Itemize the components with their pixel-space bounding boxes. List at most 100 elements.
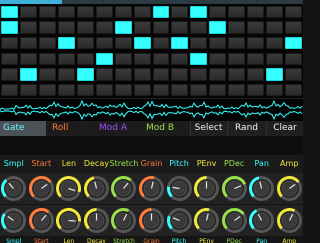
step-cell[interactable] <box>95 21 113 34</box>
step-cell[interactable] <box>38 68 56 81</box>
step-cell[interactable] <box>57 68 75 81</box>
step-cell[interactable] <box>95 5 113 19</box>
step-cell[interactable] <box>133 21 151 34</box>
row1-knob-pan[interactable] <box>248 175 275 202</box>
row2-knob-pdec[interactable] <box>221 207 248 234</box>
step-cell[interactable] <box>95 36 113 50</box>
step-cell[interactable] <box>285 21 302 34</box>
step-cell[interactable] <box>228 36 246 50</box>
step-cell[interactable] <box>209 83 227 97</box>
step-cell[interactable] <box>228 52 246 66</box>
step-cell[interactable] <box>38 52 56 66</box>
step-cell[interactable] <box>247 5 265 19</box>
mode-tab-mod-a[interactable]: Mod A <box>96 121 142 136</box>
step-cell[interactable] <box>190 36 208 50</box>
step-cell[interactable] <box>171 68 189 81</box>
step-cell[interactable] <box>38 21 56 34</box>
step-cell[interactable] <box>19 5 37 19</box>
mode-tab-mod-b[interactable]: Mod B <box>143 121 189 136</box>
step-cell[interactable] <box>76 36 94 50</box>
row2-knob-start[interactable] <box>28 207 55 234</box>
step-cell[interactable] <box>190 5 208 19</box>
mode-tab-roll[interactable]: Roll <box>49 121 95 136</box>
step-cell[interactable] <box>57 21 75 34</box>
step-cell[interactable] <box>266 5 284 19</box>
step-cell[interactable] <box>19 36 37 50</box>
step-cell[interactable] <box>19 52 37 66</box>
step-grid[interactable] <box>0 4 303 98</box>
step-cell[interactable] <box>209 68 227 81</box>
step-cell[interactable] <box>57 5 75 19</box>
row1-knob-pitch[interactable] <box>166 175 193 202</box>
step-cell[interactable] <box>19 83 37 97</box>
step-cell[interactable] <box>114 21 132 34</box>
step-cell[interactable] <box>152 5 170 19</box>
step-cell[interactable] <box>76 5 94 19</box>
row2-knob-pan[interactable] <box>248 207 275 234</box>
step-cell[interactable] <box>1 68 18 81</box>
row1-knob-grain[interactable] <box>138 175 165 202</box>
step-cell[interactable] <box>209 21 227 34</box>
step-cell[interactable] <box>247 52 265 66</box>
step-cell[interactable] <box>1 83 18 97</box>
row2-knob-len[interactable] <box>55 207 82 234</box>
step-cell[interactable] <box>95 52 113 66</box>
step-cell[interactable] <box>114 83 132 97</box>
step-cell[interactable] <box>133 52 151 66</box>
row1-knob-smpl[interactable] <box>0 175 27 202</box>
row1-knob-amp[interactable] <box>276 175 303 202</box>
step-cell[interactable] <box>152 52 170 66</box>
step-cell[interactable] <box>171 83 189 97</box>
row1-knob-len[interactable] <box>55 175 82 202</box>
step-cell[interactable] <box>285 68 302 81</box>
step-cell[interactable] <box>266 68 284 81</box>
step-cell[interactable] <box>247 36 265 50</box>
step-cell[interactable] <box>1 5 18 19</box>
step-cell[interactable] <box>171 52 189 66</box>
step-cell[interactable] <box>114 52 132 66</box>
step-cell[interactable] <box>114 68 132 81</box>
step-cell[interactable] <box>266 52 284 66</box>
step-cell[interactable] <box>209 5 227 19</box>
step-cell[interactable] <box>76 52 94 66</box>
step-cell[interactable] <box>1 36 18 50</box>
step-cell[interactable] <box>1 52 18 66</box>
step-cell[interactable] <box>247 68 265 81</box>
row2-knob-pitch[interactable] <box>166 207 193 234</box>
step-cell[interactable] <box>190 83 208 97</box>
step-cell[interactable] <box>228 5 246 19</box>
row1-knob-stretch[interactable] <box>110 175 137 202</box>
step-cell[interactable] <box>133 5 151 19</box>
step-cell[interactable] <box>171 5 189 19</box>
step-cell[interactable] <box>95 68 113 81</box>
row2-knob-amp[interactable] <box>276 207 303 234</box>
step-cell[interactable] <box>152 68 170 81</box>
step-cell[interactable] <box>38 36 56 50</box>
step-cell[interactable] <box>266 36 284 50</box>
row1-knob-start[interactable] <box>28 175 55 202</box>
step-cell[interactable] <box>247 21 265 34</box>
step-cell[interactable] <box>133 83 151 97</box>
step-cell[interactable] <box>228 68 246 81</box>
mode-tab-gate[interactable]: Gate <box>0 121 46 136</box>
step-cell[interactable] <box>285 83 302 97</box>
step-cell[interactable] <box>285 36 302 50</box>
step-cell[interactable] <box>38 5 56 19</box>
row2-knob-decay[interactable] <box>83 207 110 234</box>
step-cell[interactable] <box>57 36 75 50</box>
row1-knob-penv[interactable] <box>193 175 220 202</box>
row2-knob-grain[interactable] <box>138 207 165 234</box>
step-cell[interactable] <box>57 52 75 66</box>
step-cell[interactable] <box>247 83 265 97</box>
row2-knob-penv[interactable] <box>193 207 220 234</box>
row2-knob-smpl[interactable] <box>0 207 27 234</box>
step-cell[interactable] <box>171 21 189 34</box>
step-cell[interactable] <box>133 36 151 50</box>
step-cell[interactable] <box>152 36 170 50</box>
step-cell[interactable] <box>209 36 227 50</box>
step-cell[interactable] <box>114 36 132 50</box>
step-cell[interactable] <box>76 83 94 97</box>
randomize-button[interactable]: Rand <box>227 121 265 136</box>
row2-knob-stretch[interactable] <box>110 207 137 234</box>
step-cell[interactable] <box>19 21 37 34</box>
